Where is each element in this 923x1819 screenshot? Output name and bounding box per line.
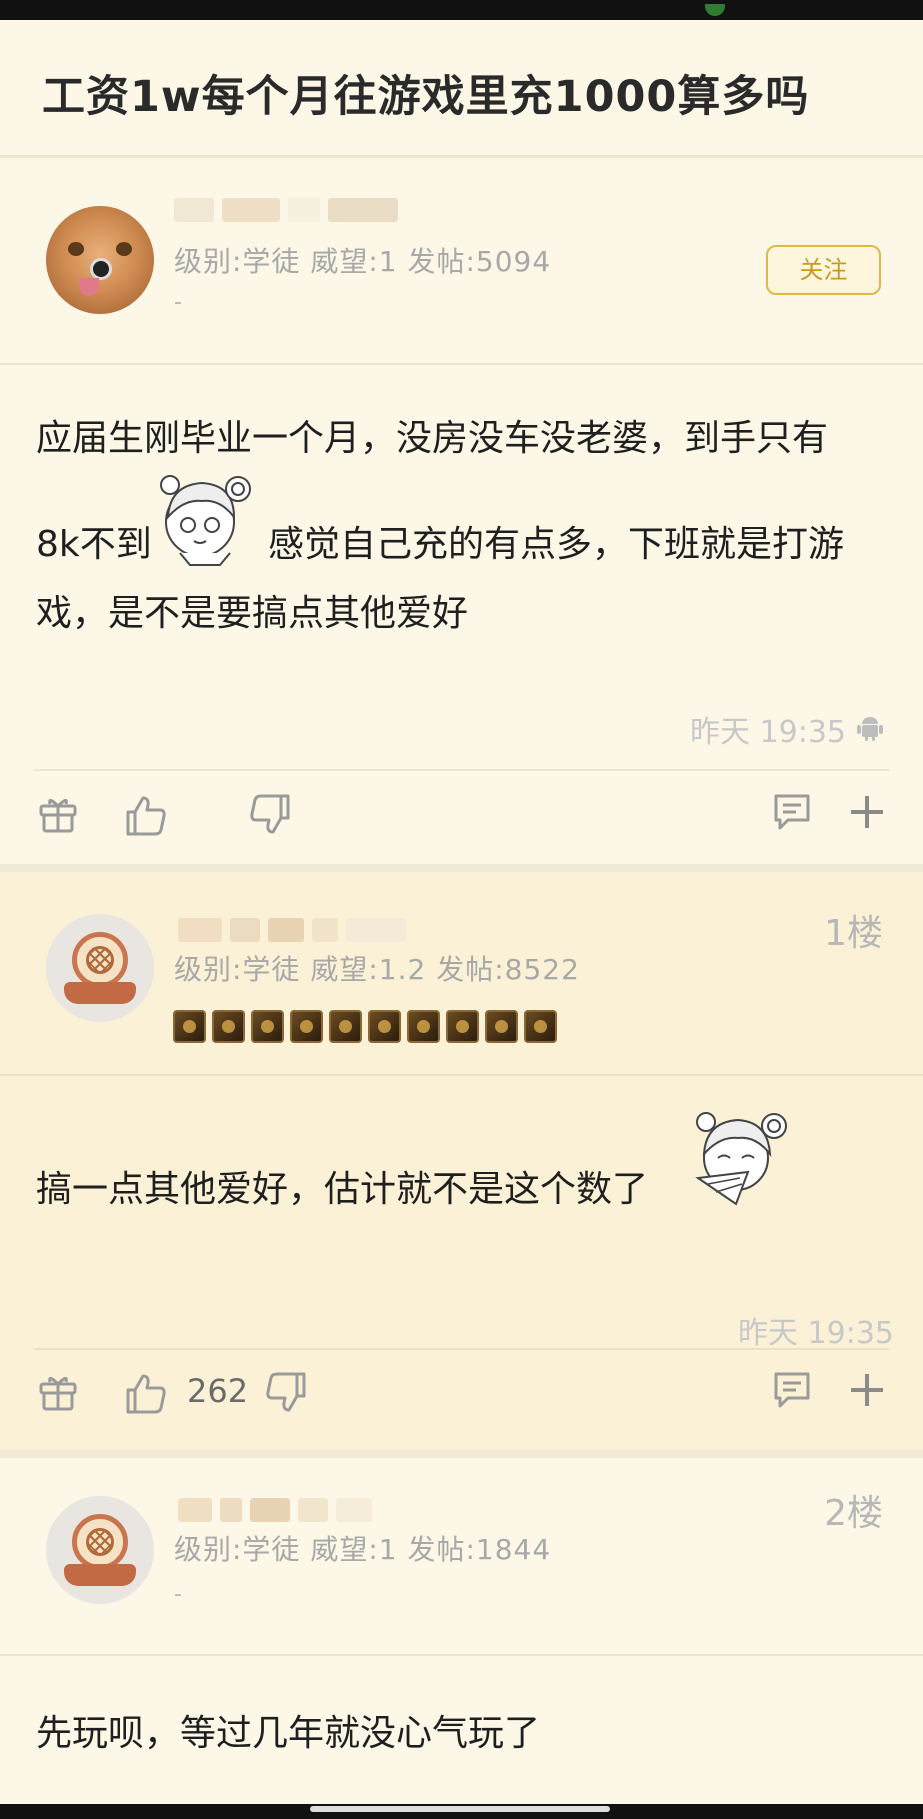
section-separator (0, 864, 923, 872)
badge[interactable] (368, 1010, 401, 1043)
bottom-bar (0, 1804, 923, 1819)
comment-icon[interactable] (770, 790, 814, 834)
reply-author-name-blurred[interactable] (178, 1498, 372, 1524)
reply-action-bar: 262 (0, 1350, 923, 1440)
anime-girl-sticker (160, 475, 251, 566)
home-indicator[interactable] (310, 1806, 610, 1812)
badge[interactable] (290, 1010, 323, 1043)
divider (0, 1654, 923, 1656)
thumbs-down-icon[interactable] (264, 1370, 308, 1414)
reply-text: 搞一点其他爱好，估计就不是这个数了 (36, 1169, 649, 1210)
reply-time: 昨天 19:35 (738, 1316, 894, 1351)
reply-author-meta: 级别:学徒 威望:1.2 发帖:8522 (174, 953, 580, 986)
post-text-line-1: 应届生刚毕业一个月，没房没车没老婆，到手只有 (36, 418, 829, 459)
follow-button[interactable]: 关注 (766, 245, 881, 295)
reply-floor-2: 2楼 级别:学徒 威望:1 发帖:1844 - 先玩呗，等过几年就没心气玩了 (0, 1458, 923, 1804)
badge[interactable] (212, 1010, 245, 1043)
comment-icon[interactable] (770, 1368, 814, 1412)
divider (34, 769, 889, 771)
thumbs-up-icon[interactable] (124, 794, 168, 838)
title-bar: 工资1w每个月往游戏里充1000算多吗 (0, 20, 923, 158)
plus-icon[interactable] (845, 1368, 889, 1412)
thumbs-up-icon[interactable] (124, 1372, 168, 1416)
badge[interactable] (329, 1010, 362, 1043)
reply-author-name-blurred[interactable] (178, 918, 406, 944)
section-separator (0, 1450, 923, 1458)
thumbs-down-icon[interactable] (248, 792, 292, 836)
status-bar (0, 0, 923, 20)
post-action-bar (0, 772, 923, 862)
page-title: 工资1w每个月往游戏里充1000算多吗 (42, 72, 810, 122)
badge-list (173, 1010, 557, 1043)
status-indicator (705, 4, 725, 16)
android-icon (857, 717, 883, 741)
reply-text: 先玩呗，等过几年就没心气玩了 (36, 1713, 541, 1754)
plus-icon[interactable] (845, 790, 889, 834)
post-time: 昨天 19:35 (690, 715, 846, 750)
reply-floor-1: 1楼 级别:学徒 威望:1.2 发帖:8522 搞一点其他爱好，估计就不是这个数… (0, 872, 923, 1450)
reply-author-extra: - (174, 1582, 182, 1607)
post-text-line-4: 戏，是不是要搞点其他爱好 (36, 593, 469, 634)
badge[interactable] (251, 1010, 284, 1043)
reply-avatar[interactable] (46, 1496, 154, 1604)
badge[interactable] (173, 1010, 206, 1043)
like-count: 262 (187, 1372, 249, 1410)
author-avatar[interactable] (46, 206, 154, 314)
badge[interactable] (485, 1010, 518, 1043)
author-meta: 级别:学徒 威望:1 发帖:5094 (174, 245, 552, 278)
anime-girl-fan-sticker (695, 1112, 787, 1206)
author-extra: - (174, 290, 182, 315)
badge[interactable] (407, 1010, 440, 1043)
post-text-line-2: 8k不到 (36, 524, 152, 565)
reply-avatar[interactable] (46, 914, 154, 1022)
gift-icon[interactable] (36, 1370, 80, 1414)
floor-number: 2楼 (824, 1493, 883, 1534)
badge[interactable] (524, 1010, 557, 1043)
post-text-line-3: 感觉自己充的有点多，下班就是打游 (268, 524, 845, 565)
floor-number: 1楼 (824, 913, 883, 954)
gift-icon[interactable] (36, 792, 80, 836)
divider (0, 1074, 923, 1076)
reply-author-meta: 级别:学徒 威望:1 发帖:1844 (174, 1533, 552, 1566)
badge[interactable] (446, 1010, 479, 1043)
author-name-blurred[interactable] (174, 198, 398, 224)
